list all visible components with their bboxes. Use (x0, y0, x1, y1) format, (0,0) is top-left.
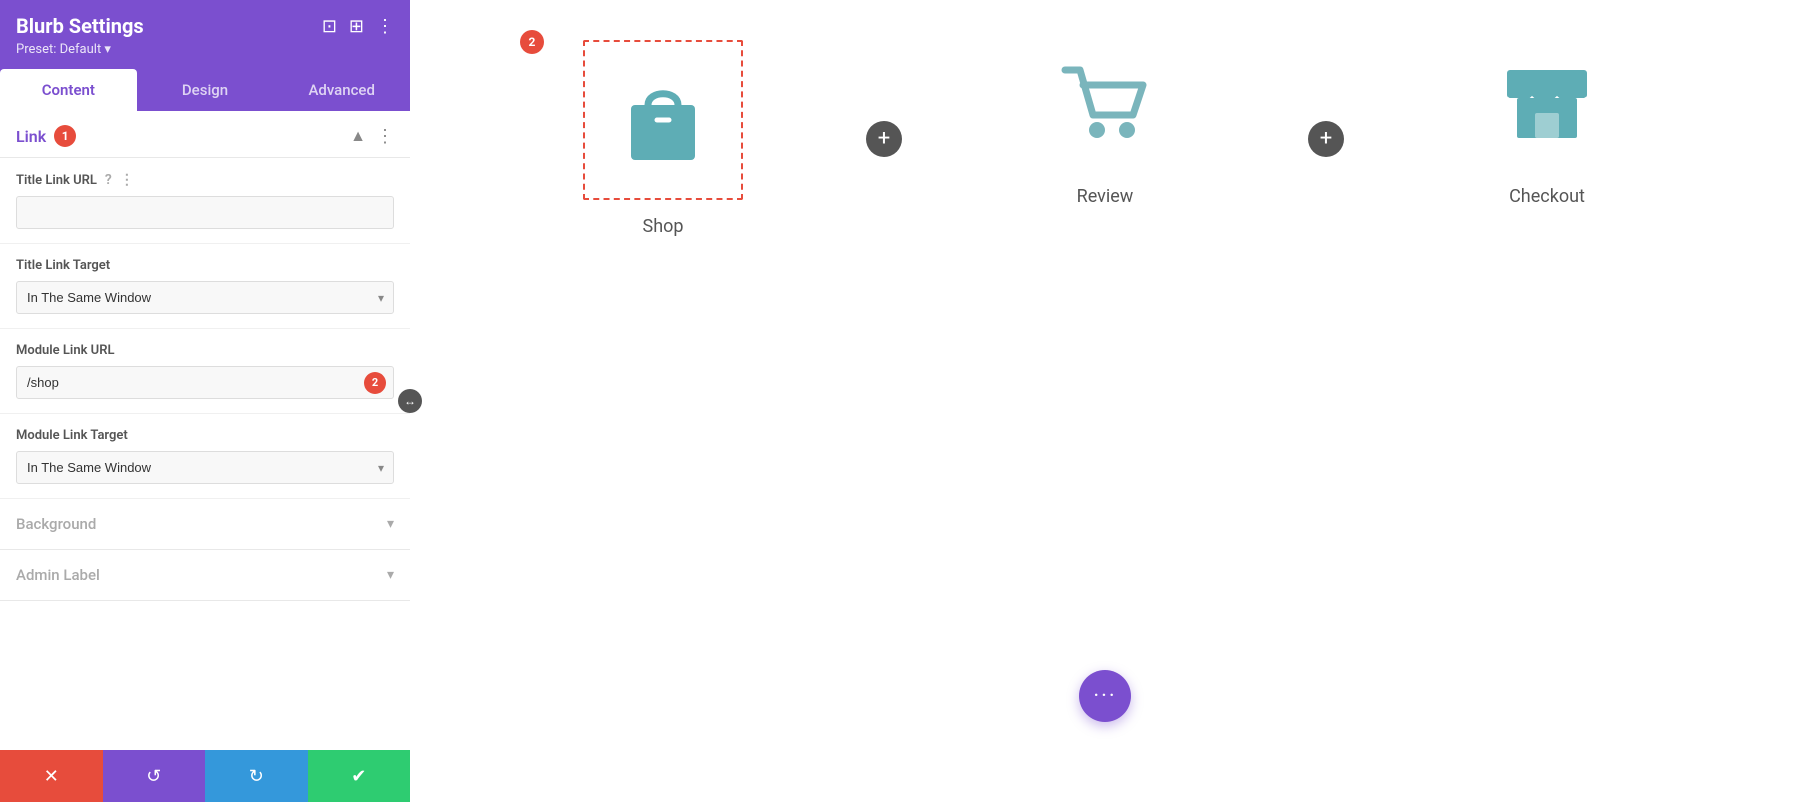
review-label: Review (1077, 186, 1134, 207)
title-link-more-icon[interactable]: ⋮ (120, 172, 134, 188)
title-link-help-icon[interactable]: ? (105, 172, 112, 188)
blurb-item-checkout[interactable]: Checkout (1354, 40, 1740, 207)
module-link-target-label: Module Link Target (16, 428, 394, 443)
shop-icon-wrap (583, 40, 743, 200)
module-link-target-select[interactable]: In The Same Window In A New Tab (16, 451, 394, 484)
tab-content[interactable]: Content (0, 69, 137, 111)
title-link-url-label: Title Link URL ? ⋮ (16, 172, 394, 188)
title-link-url-group: Title Link URL ? ⋮ (0, 158, 410, 244)
background-chevron-icon: ▾ (387, 516, 394, 532)
columns-icon[interactable]: ⊞ (349, 16, 364, 37)
panel-title: Blurb Settings (16, 14, 144, 38)
settings-panel: Blurb Settings ⊡ ⊞ ⋮ Preset: Default ▾ C… (0, 0, 410, 802)
add-btn-1[interactable]: + (866, 121, 902, 157)
background-title: Background (16, 515, 96, 533)
panel-toolbar: ✕ ↺ ↻ ✔ (0, 750, 410, 802)
checkout-icon (1497, 55, 1597, 155)
blurb-item-shop[interactable]: 2 Shop (470, 40, 856, 237)
panel-body: Link 1 ▲ ⋮ Title Link URL ? ⋮ Title Link… (0, 111, 410, 750)
title-link-target-group: Title Link Target In The Same Window In … (0, 244, 410, 329)
link-section-title: Link (16, 127, 46, 146)
shop-label: Shop (643, 216, 684, 237)
link-section-heading: Link 1 ▲ ⋮ (0, 111, 410, 158)
redo-button[interactable]: ↻ (205, 750, 308, 802)
more-icon[interactable]: ⋮ (376, 16, 394, 37)
section-heading-right: ▲ ⋮ (350, 126, 394, 147)
title-link-target-wrapper: In The Same Window In A New Tab ▾ (16, 281, 394, 314)
panel-header: Blurb Settings ⊡ ⊞ ⋮ Preset: Default ▾ (0, 0, 410, 69)
resize-handle[interactable]: ↔ (398, 389, 422, 413)
module-link-url-group: Module Link URL 2 (0, 329, 410, 414)
add-btn-2[interactable]: + (1308, 121, 1344, 157)
panel-tabs: Content Design Advanced (0, 69, 410, 111)
checkout-label: Checkout (1509, 186, 1585, 207)
canvas: 2 Shop + Revie (410, 0, 1800, 802)
tab-advanced[interactable]: Advanced (273, 69, 410, 111)
background-section[interactable]: Background ▾ (0, 499, 410, 550)
canvas-inner: 2 Shop + Revie (470, 40, 1740, 237)
title-link-url-input[interactable] (16, 196, 394, 229)
module-link-target-wrapper: In The Same Window In A New Tab ▾ (16, 451, 394, 484)
shop-badge: 2 (520, 30, 544, 54)
link-badge: 1 (54, 125, 76, 147)
tab-design[interactable]: Design (137, 69, 274, 111)
link-collapse-btn[interactable]: ▲ (350, 126, 366, 146)
title-link-target-label: Title Link Target (16, 258, 394, 273)
expand-icon[interactable]: ⊡ (322, 16, 337, 37)
cancel-button[interactable]: ✕ (0, 750, 103, 802)
checkout-icon-wrap (1482, 40, 1612, 170)
undo-button[interactable]: ↺ (103, 750, 206, 802)
save-button[interactable]: ✔ (308, 750, 411, 802)
module-link-url-input[interactable] (16, 366, 394, 399)
title-link-target-select[interactable]: In The Same Window In A New Tab (16, 281, 394, 314)
fab-button[interactable]: ··· (1079, 670, 1131, 722)
admin-label-chevron-icon: ▾ (387, 567, 394, 583)
module-link-url-label: Module Link URL (16, 343, 394, 358)
review-icon (1055, 55, 1155, 155)
preset-label[interactable]: Preset: Default ▾ (16, 42, 394, 57)
shop-icon (613, 70, 713, 170)
module-link-badge: 2 (364, 372, 386, 394)
header-icons: ⊡ ⊞ ⋮ (322, 16, 394, 37)
review-icon-wrap (1040, 40, 1170, 170)
link-more-btn[interactable]: ⋮ (376, 126, 394, 147)
module-link-url-wrapper: 2 (16, 366, 394, 399)
admin-label-title: Admin Label (16, 566, 100, 584)
admin-label-section[interactable]: Admin Label ▾ (0, 550, 410, 601)
module-link-target-group: Module Link Target In The Same Window In… (0, 414, 410, 499)
blurb-item-review[interactable]: Review (912, 40, 1298, 207)
section-heading-left: Link 1 (16, 125, 76, 147)
